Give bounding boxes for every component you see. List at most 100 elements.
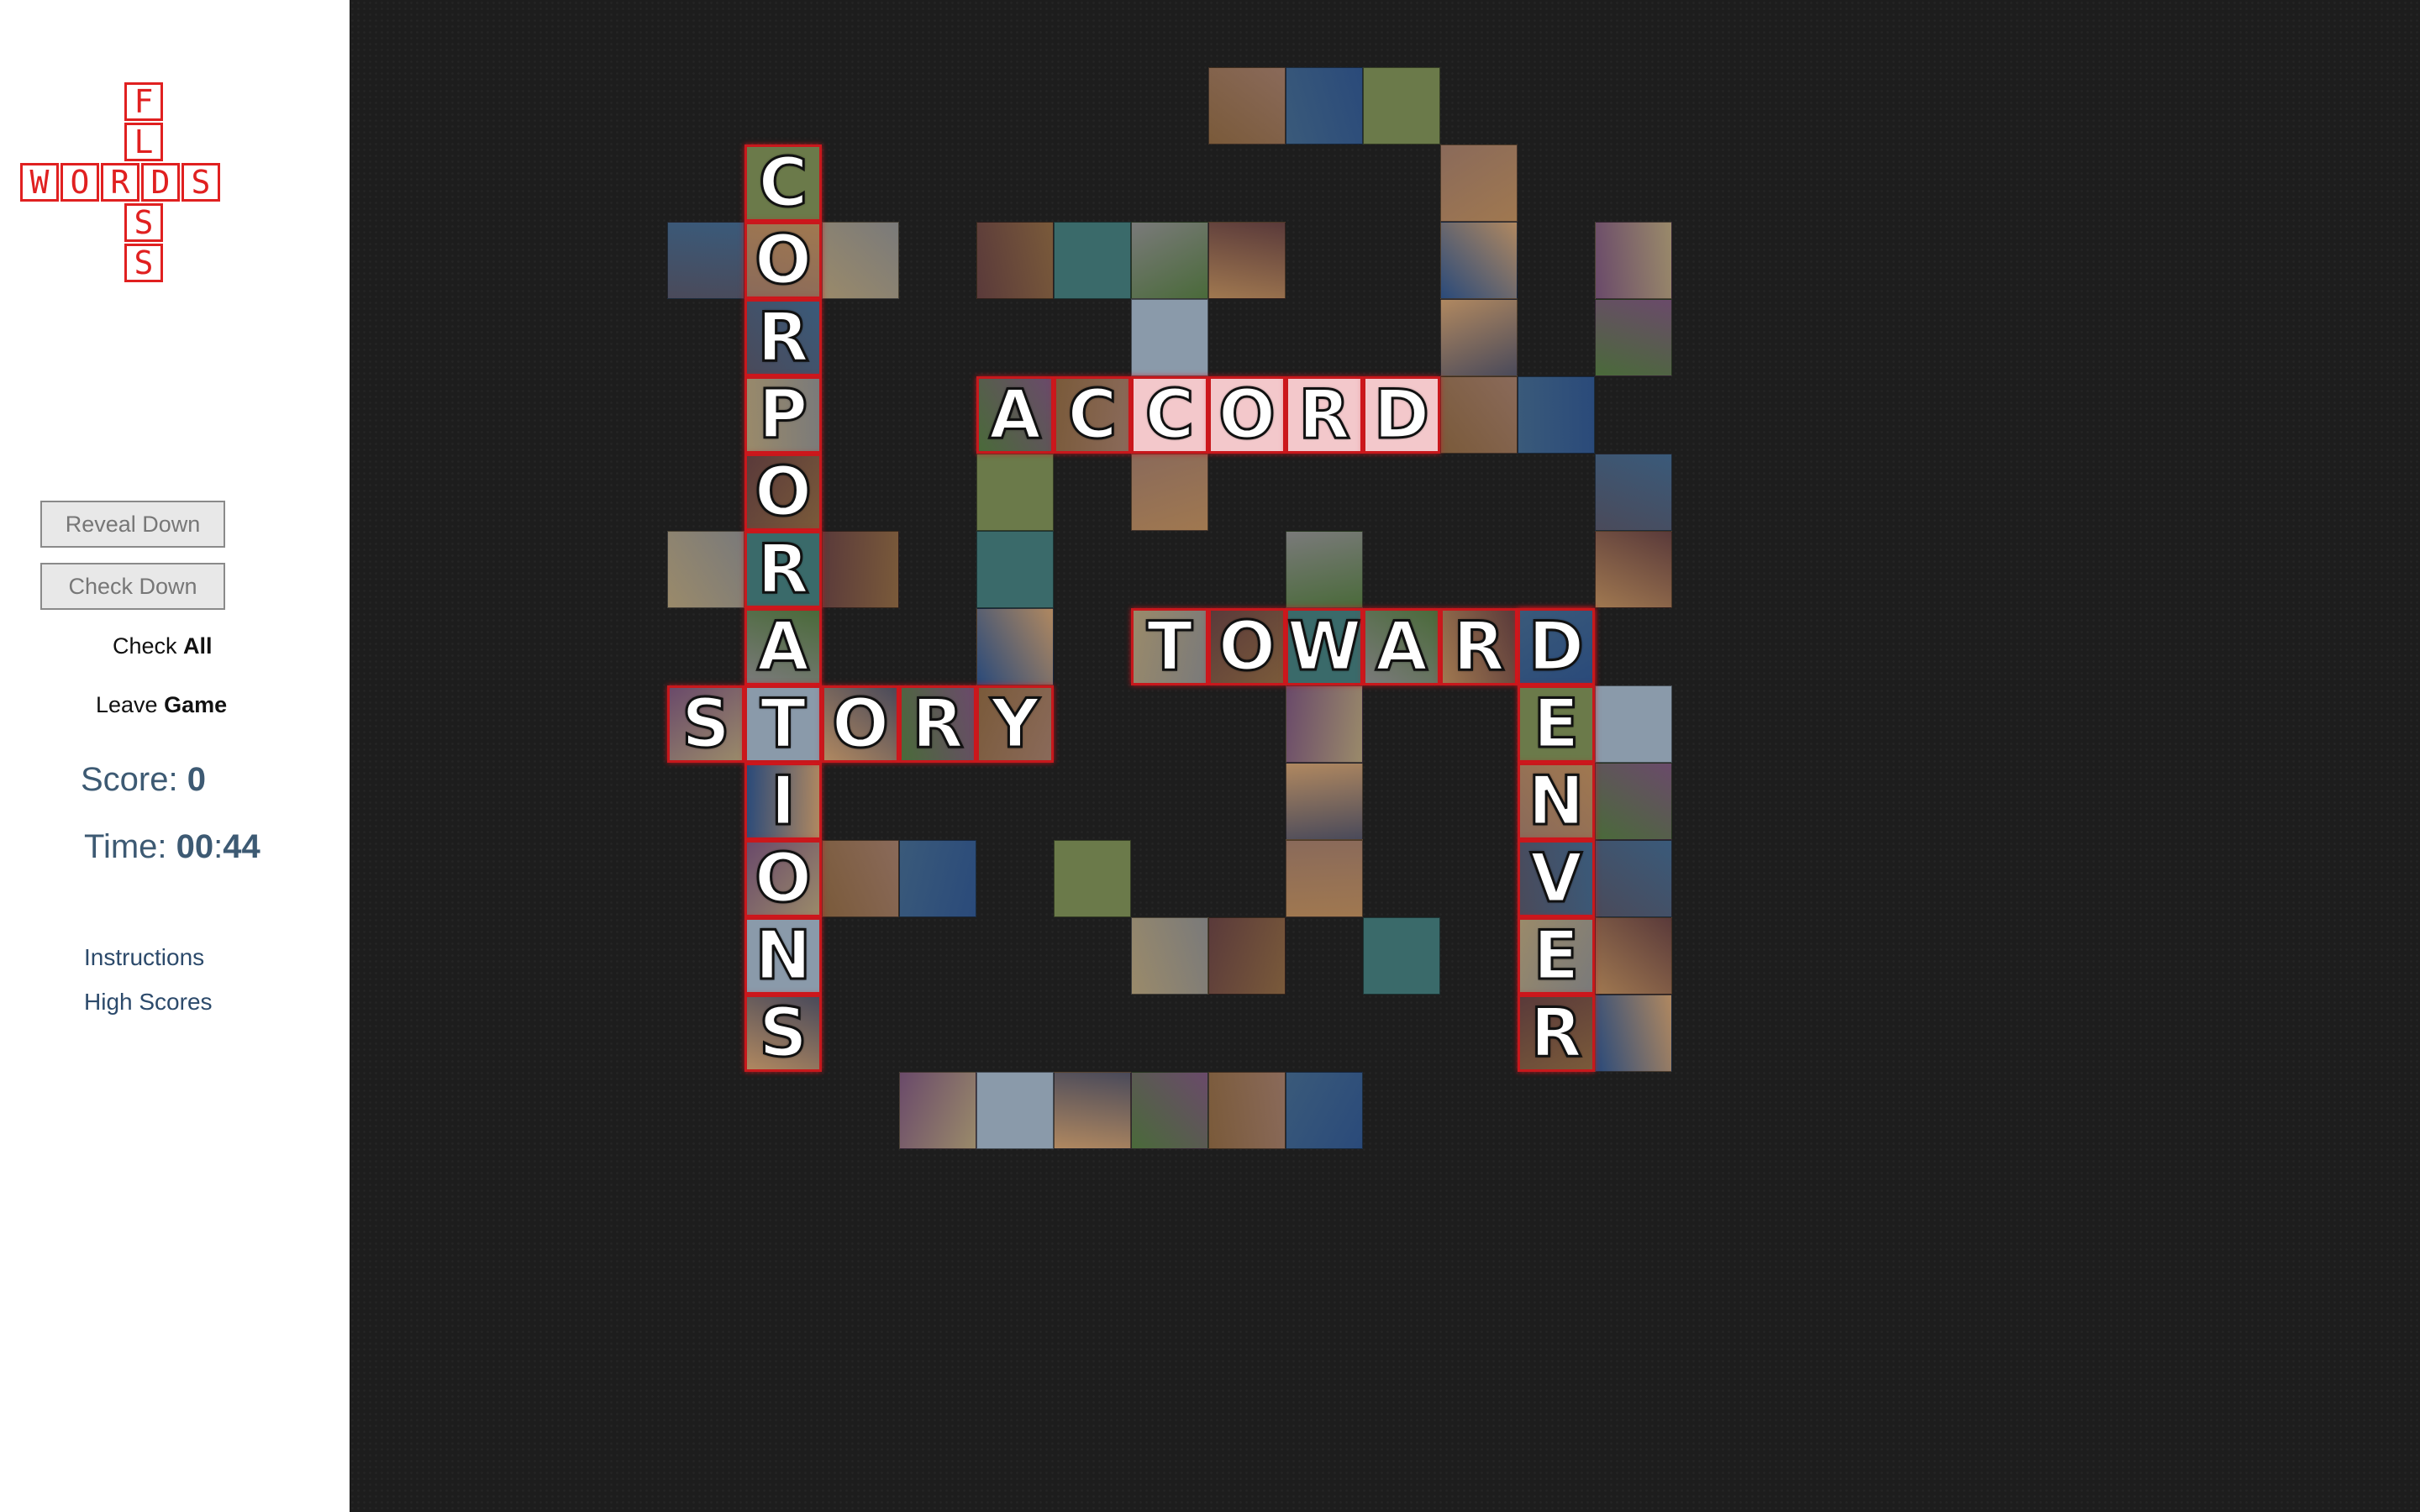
answer-letter-tile[interactable]: D [1518, 608, 1595, 685]
clue-photo-tile[interactable] [1131, 917, 1208, 995]
answer-letter-tile[interactable]: O [744, 840, 822, 917]
answer-letter: C [757, 144, 809, 222]
high-scores-link[interactable]: High Scores [84, 989, 213, 1016]
answer-letter-tile[interactable]: O [822, 685, 899, 763]
clue-photo-tile[interactable] [1286, 840, 1363, 917]
answer-letter: E [1532, 916, 1581, 995]
clue-photo-tile[interactable] [1286, 1072, 1363, 1149]
answer-letter: N [754, 916, 813, 995]
answer-letter-tile[interactable]: D [1363, 376, 1440, 454]
answer-letter-tile[interactable]: C [744, 144, 822, 222]
logo-letter-tile: R [101, 163, 139, 202]
reveal-down-button[interactable]: Reveal Down [40, 501, 225, 548]
answer-letter-tile[interactable]: R [899, 685, 976, 763]
answer-letter-tile[interactable]: R [744, 531, 822, 608]
answer-letter: C [1144, 375, 1196, 454]
clue-photo-tile[interactable] [1440, 144, 1518, 222]
instructions-link[interactable]: Instructions [84, 944, 204, 971]
answer-letter-tile[interactable]: Y [976, 685, 1054, 763]
clue-photo-tile[interactable] [1595, 685, 1672, 763]
clue-photo-tile[interactable] [1286, 685, 1363, 763]
clue-photo-tile[interactable] [822, 531, 899, 608]
clue-photo-tile[interactable] [1054, 222, 1131, 299]
answer-letter-tile[interactable]: O [744, 222, 822, 299]
answer-letter-tile[interactable]: A [744, 608, 822, 685]
clue-photo-tile[interactable] [1363, 67, 1440, 144]
answer-letter: R [911, 685, 965, 763]
clue-photo-tile[interactable] [1595, 840, 1672, 917]
answer-letter-tile[interactable]: A [1363, 608, 1440, 685]
answer-letter-tile[interactable]: A [976, 376, 1054, 454]
answer-letter-tile[interactable]: T [744, 685, 822, 763]
answer-letter-tile[interactable]: S [667, 685, 744, 763]
answer-letter: I [770, 762, 797, 840]
answer-letter-tile[interactable]: R [1286, 376, 1363, 454]
score-display: Score: 0 [81, 761, 206, 798]
clue-photo-tile[interactable] [1595, 995, 1672, 1072]
answer-letter-tile[interactable]: E [1518, 685, 1595, 763]
clue-photo-tile[interactable] [1363, 917, 1440, 995]
clue-photo-tile[interactable] [1131, 222, 1208, 299]
answer-letter-tile[interactable]: E [1518, 917, 1595, 995]
answer-letter-tile[interactable]: O [1208, 608, 1286, 685]
leave-game-link[interactable]: Leave Game [96, 692, 227, 718]
answer-letter: O [830, 685, 890, 763]
clue-photo-tile[interactable] [1286, 67, 1363, 144]
clue-photo-tile[interactable] [667, 222, 744, 299]
answer-letter-tile[interactable]: V [1518, 840, 1595, 917]
clue-photo-tile[interactable] [976, 1072, 1054, 1149]
clue-photo-tile[interactable] [1595, 222, 1672, 299]
clue-photo-tile[interactable] [976, 608, 1054, 685]
clue-photo-tile[interactable] [1518, 376, 1595, 454]
clue-photo-tile[interactable] [1054, 840, 1131, 917]
answer-letter-tile[interactable]: C [1054, 376, 1131, 454]
clue-photo-tile[interactable] [1208, 1072, 1286, 1149]
clue-photo-tile[interactable] [1440, 376, 1518, 454]
clue-photo-tile[interactable] [1208, 917, 1286, 995]
check-all-link[interactable]: Check All [113, 633, 213, 659]
clue-photo-tile[interactable] [1595, 531, 1672, 608]
answer-letter-tile[interactable]: N [744, 917, 822, 995]
clue-photo-tile[interactable] [1595, 454, 1672, 531]
answer-letter-tile[interactable]: O [1208, 376, 1286, 454]
answer-letter-tile[interactable]: C [1131, 376, 1208, 454]
answer-letter-tile[interactable]: S [744, 995, 822, 1072]
clue-photo-tile[interactable] [1595, 917, 1672, 995]
answer-letter: O [753, 221, 813, 299]
clue-photo-tile[interactable] [1054, 1072, 1131, 1149]
crossword-board: CORPORATIONSACCORDTOWARDSTORYDENVER [350, 0, 2420, 1512]
clue-photo-tile[interactable] [1595, 299, 1672, 376]
clue-photo-tile[interactable] [1440, 222, 1518, 299]
answer-letter-tile[interactable]: R [1440, 608, 1518, 685]
check-down-button[interactable]: Check Down [40, 563, 225, 610]
answer-letter-tile[interactable]: N [1518, 763, 1595, 840]
answer-letter-tile[interactable]: T [1131, 608, 1208, 685]
clue-photo-tile[interactable] [976, 531, 1054, 608]
clue-photo-tile[interactable] [899, 840, 976, 917]
answer-letter-tile[interactable]: P [744, 376, 822, 454]
answer-letter-tile[interactable]: I [744, 763, 822, 840]
answer-letter-tile[interactable]: O [744, 454, 822, 531]
logo-letter-tile: O [60, 163, 99, 202]
answer-letter-tile[interactable]: R [1518, 995, 1595, 1072]
clue-photo-tile[interactable] [822, 840, 899, 917]
clue-photo-tile[interactable] [976, 454, 1054, 531]
clue-photo-tile[interactable] [1131, 299, 1208, 376]
clue-photo-tile[interactable] [822, 222, 899, 299]
answer-letter-tile[interactable]: R [744, 299, 822, 376]
clue-photo-tile[interactable] [1440, 299, 1518, 376]
answer-letter: D [1527, 607, 1585, 685]
clue-photo-tile[interactable] [976, 222, 1054, 299]
clue-photo-tile[interactable] [1131, 1072, 1208, 1149]
answer-letter: O [753, 453, 813, 531]
clue-photo-tile[interactable] [1595, 763, 1672, 840]
clue-photo-tile[interactable] [1208, 67, 1286, 144]
clue-photo-tile[interactable] [1286, 531, 1363, 608]
clue-photo-tile[interactable] [1208, 222, 1286, 299]
clue-photo-tile[interactable] [1131, 454, 1208, 531]
answer-letter: E [1532, 685, 1581, 763]
clue-photo-tile[interactable] [1286, 763, 1363, 840]
clue-photo-tile[interactable] [899, 1072, 976, 1149]
clue-photo-tile[interactable] [667, 531, 744, 608]
answer-letter-tile[interactable]: W [1286, 608, 1363, 685]
